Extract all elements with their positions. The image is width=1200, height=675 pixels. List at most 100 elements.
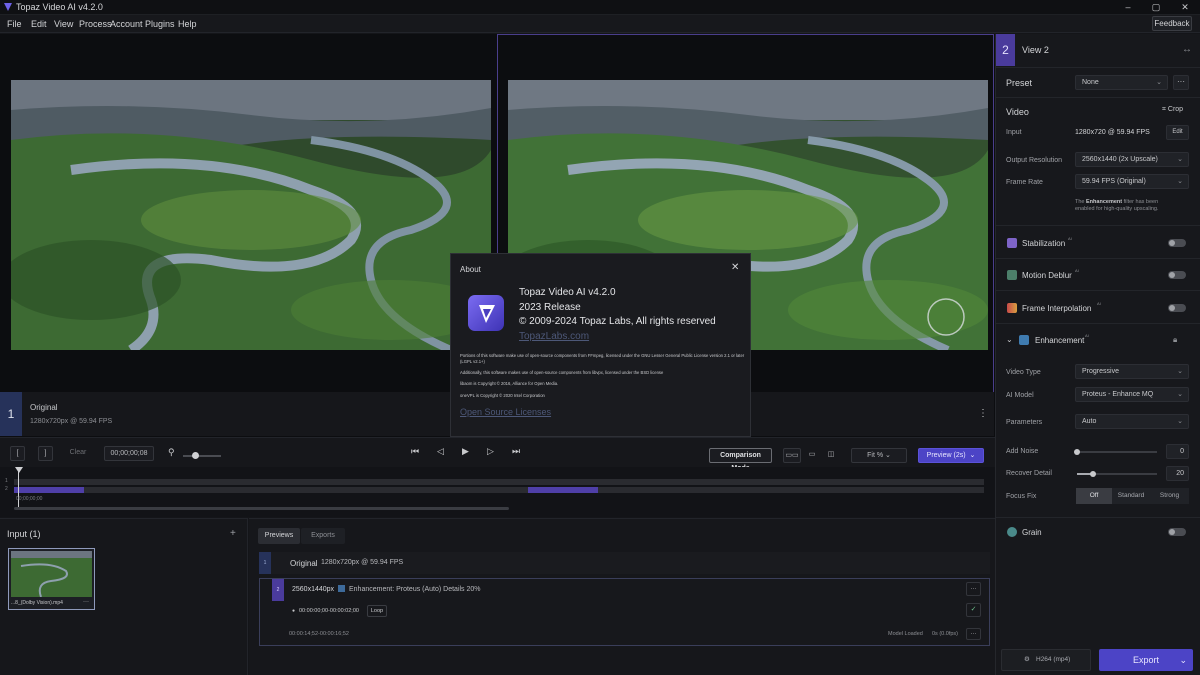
timeline-track-1[interactable] (14, 479, 984, 485)
grain-toggle[interactable] (1168, 528, 1186, 536)
zoom-fit-select[interactable]: Fit % ⌄ (851, 448, 907, 463)
enhancement-collapse-chevron-icon[interactable]: ⌄ (1006, 335, 1013, 344)
original-label: Original (30, 403, 58, 412)
original-row-sub: 1280x720px @ 59.94 FPS (321, 559, 404, 566)
add-noise-slider[interactable] (1074, 449, 1157, 455)
preset-more-button[interactable]: ··· (1173, 75, 1189, 90)
export-label: Export (1132, 655, 1159, 665)
preset-select[interactable]: None ⌄ (1075, 75, 1168, 90)
frame-interpolation-icon (1007, 303, 1017, 313)
frame-rate-select[interactable]: 59.94 FPS (Original) ⌄ (1075, 174, 1189, 189)
zoom-slider[interactable] (183, 455, 221, 457)
stabilization-toggle[interactable] (1168, 239, 1186, 247)
recover-detail-handle[interactable] (1090, 471, 1096, 477)
play-icon[interactable]: ▶ (462, 446, 469, 457)
tab-exports[interactable]: Exports (301, 528, 345, 544)
maximize-button[interactable]: ▢ (1143, 0, 1169, 15)
preview-row-fps: 0s (0.0fps) (932, 631, 958, 637)
motion-deblur-toggle[interactable] (1168, 271, 1186, 279)
title-bar: Topaz Video AI v4.2.0 – ▢ ✕ (0, 0, 1200, 15)
split-view-icon[interactable]: ◫ (822, 448, 840, 463)
comparison-mode-button[interactable]: Comparison Mode (709, 448, 772, 472)
chevron-down-icon: ⌄ (1177, 391, 1183, 398)
preview-label: Preview (2s) (926, 452, 966, 459)
parameters-select[interactable]: Auto ⌄ (1075, 414, 1189, 429)
previous-frame-icon[interactable]: ◁ (437, 446, 444, 457)
close-icon[interactable]: ✕ (731, 262, 739, 273)
crop-button[interactable]: ⌗ Crop (1162, 106, 1183, 114)
clear-button[interactable]: Clear (66, 446, 90, 461)
playhead-handle-icon[interactable] (15, 467, 23, 473)
frame-interpolation-toggle[interactable] (1168, 304, 1186, 312)
next-frame-icon[interactable]: ▷ (487, 446, 494, 457)
menu-view[interactable]: View (54, 19, 73, 29)
single-view-icon[interactable]: ▭ (803, 448, 821, 463)
ai-model-select[interactable]: Proteus - Enhance MQ ⌄ (1075, 387, 1189, 402)
menu-file[interactable]: File (7, 19, 22, 29)
open-source-licenses-link[interactable]: Open Source Licenses (460, 407, 551, 417)
zoom-icon[interactable]: ⚲ (168, 447, 175, 458)
skip-to-end-icon[interactable]: ⏭ (512, 446, 520, 457)
zoom-slider-handle[interactable] (192, 452, 199, 459)
original-video-frame[interactable] (11, 80, 491, 350)
set-out-point-button[interactable]: ] (38, 446, 53, 461)
preview-range-2[interactable] (528, 487, 598, 493)
divider (996, 517, 1200, 518)
close-window-button[interactable]: ✕ (1172, 0, 1198, 15)
timeline[interactable]: 1 2 00;00;00;00 (0, 467, 995, 517)
loop-button[interactable]: Loop (367, 605, 387, 617)
menu-help[interactable]: Help (178, 19, 197, 29)
enhancement-icon (1019, 335, 1029, 345)
preview-row[interactable]: 2 2560x1440px Enhancement: Proteus (Auto… (259, 578, 990, 646)
focus-fix-off[interactable]: Off (1076, 488, 1112, 504)
tab-previews[interactable]: Previews (258, 528, 300, 544)
menu-plugins[interactable]: Plugins (145, 19, 175, 29)
add-noise-value[interactable]: 0 (1166, 444, 1189, 459)
timeline-track-2[interactable] (14, 487, 984, 493)
export-chevron-icon[interactable]: ⌄ (1179, 649, 1187, 671)
view-2-badge[interactable]: 2 (996, 34, 1015, 66)
expand-panel-icon[interactable]: ↔ (1182, 44, 1192, 55)
menu-account[interactable]: Account (110, 19, 143, 29)
codec-select[interactable]: ⚙ H264 (mp4) (1001, 649, 1091, 671)
recover-detail-value[interactable]: 20 (1166, 466, 1189, 481)
export-button[interactable]: Export ⌄ (1099, 649, 1193, 671)
add-input-icon[interactable]: + (230, 528, 236, 539)
divider (996, 67, 1200, 68)
edit-input-button[interactable]: Edit (1166, 125, 1189, 140)
add-noise-label: Add Noise (1006, 448, 1039, 455)
side-by-side-view-icon[interactable]: ▭▭ (783, 448, 801, 463)
preview-row-more-button-2[interactable]: ··· (966, 628, 981, 640)
preview-row-more-button[interactable]: ··· (966, 582, 981, 596)
preview-button[interactable]: Preview (2s) ⌄ (918, 448, 984, 463)
note-text-bold: Enhancement (1086, 199, 1123, 205)
timecode-field[interactable]: 00;00;00;08 (104, 446, 154, 461)
chevron-down-icon: ⌄ (1177, 368, 1183, 375)
input-file-more-icon[interactable]: ··· (83, 599, 89, 605)
feedback-button[interactable]: Feedback (1152, 16, 1192, 31)
input-file-card[interactable]: ...8_(Dolby Vision).mp4 ··· (8, 548, 95, 610)
original-view-badge[interactable]: 1 (0, 392, 22, 436)
more-options-icon[interactable]: ⋮ (978, 408, 988, 419)
minimize-button[interactable]: – (1115, 0, 1141, 15)
menu-edit[interactable]: Edit (31, 19, 47, 29)
focus-fix-standard[interactable]: Standard (1112, 488, 1150, 504)
chevron-down-icon: ⌄ (1177, 418, 1183, 425)
set-in-point-button[interactable]: [ (10, 446, 25, 461)
about-website-link[interactable]: TopazLabs.com (519, 331, 589, 342)
menu-process[interactable]: Process (79, 19, 112, 29)
preview-range-1[interactable] (14, 487, 84, 493)
focus-fix-strong[interactable]: Strong (1150, 488, 1189, 504)
preview-row-enhancement: Enhancement: Proteus (Auto) Details 20% (349, 586, 481, 593)
video-type-select[interactable]: Progressive ⌄ (1075, 364, 1189, 379)
skip-to-start-icon[interactable]: ⏮ (411, 446, 419, 457)
app-logo-icon (4, 3, 12, 11)
original-preview-row[interactable]: 1 Original 1280x720px @ 59.94 FPS (259, 552, 990, 574)
output-resolution-select[interactable]: 2560x1440 (2x Upscale) ⌄ (1075, 152, 1189, 167)
timeline-scrollbar[interactable] (14, 507, 509, 510)
recover-detail-slider[interactable] (1077, 471, 1157, 477)
libaom-notice: libaom is Copyright © 2016, Alliance for… (460, 381, 559, 386)
ai-tag: AI (1097, 301, 1101, 306)
add-noise-handle[interactable] (1074, 449, 1080, 455)
preview-row-status: Model Loaded (888, 631, 923, 637)
